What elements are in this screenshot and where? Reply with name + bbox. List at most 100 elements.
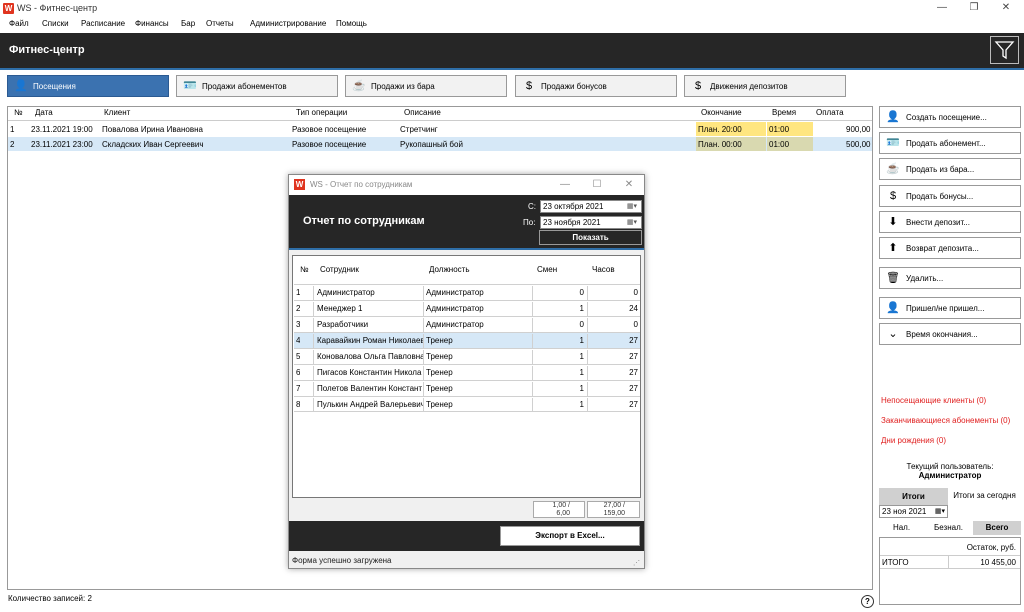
column-header[interactable]: Должность [429, 265, 470, 274]
link-birthdays[interactable]: Дни рождения (0) [881, 436, 946, 445]
calendar-icon[interactable]: ▦▾ [935, 506, 945, 517]
tab-label: Посещения [33, 82, 76, 91]
dollar-icon: $ [694, 80, 702, 92]
tab-card[interactable]: Безнал. [926, 521, 971, 535]
cell-op: Разовое посещение [292, 140, 367, 149]
export-excel-button[interactable]: Экспорт в Excel... [500, 526, 640, 546]
col-divider [532, 350, 533, 364]
col-divider [532, 366, 533, 380]
table-row[interactable]: 1 Администратор Администратор 0 0 [294, 284, 640, 300]
to-date-field[interactable]: 23 ноября 2021 ▦▾ [540, 216, 642, 229]
table-row[interactable]: 4 Каравайкин Роман Николаев Тренер 1 27 [294, 332, 640, 348]
cup-icon: ☕ [886, 163, 900, 175]
calendar-icon[interactable]: ▦▾ [625, 202, 639, 211]
tab-today-totals[interactable]: Итоги за сегодня [948, 488, 1021, 518]
sell-bar-button[interactable]: ☕ Продать из бара... [879, 158, 1021, 180]
cell-time: 01:00 [769, 125, 790, 134]
filter-button[interactable] [990, 36, 1019, 64]
tab-totals[interactable]: Итоги [879, 488, 948, 505]
tab-all[interactable]: Всего [973, 521, 1021, 535]
close-icon[interactable]: ✕ [622, 178, 636, 192]
column-header[interactable]: Тип операции [296, 108, 347, 117]
link-inactive-clients[interactable]: Непосещающие клиенты (0) [881, 396, 986, 405]
cell-end: План. 00:00 [698, 140, 742, 149]
totals-date-picker[interactable]: 23 ноя 2021 ▦▾ [879, 505, 948, 518]
sell-subscription-button[interactable]: 🪪 Продать абонемент... [879, 132, 1021, 154]
refund-icon: ⬆ [888, 242, 898, 254]
cell-shifts: 1 [579, 368, 584, 377]
menu-finance[interactable]: Финансы [135, 19, 169, 28]
menu-admin[interactable]: Администрирование [250, 19, 326, 28]
tab-subscription-sales[interactable]: 🪪 Продажи абонементов [176, 75, 338, 97]
refund-deposit-button[interactable]: ⬆ Возврат депозита... [879, 237, 1021, 259]
column-header[interactable]: Часов [592, 265, 615, 274]
table-row[interactable]: 1 23.11.2021 19:00 Повалова Ирина Иванов… [8, 122, 872, 136]
delete-button[interactable]: 🗑 Удалить... [879, 267, 1021, 289]
from-date-field[interactable]: 23 октября 2021 ▦▾ [540, 200, 642, 213]
help-icon[interactable]: ? [861, 595, 874, 608]
menu-reports[interactable]: Отчеты [206, 19, 234, 28]
table-row[interactable]: 2 23.11.2021 23:00 Складских Иван Сергее… [8, 137, 872, 151]
attended-toggle-button[interactable]: 👤 Пришел/не пришел... [879, 297, 1021, 319]
menu-file[interactable]: Файл [9, 19, 29, 28]
cell-op: Разовое посещение [292, 125, 367, 134]
column-header[interactable]: Оплата [816, 108, 844, 117]
col-divider [587, 366, 588, 380]
tab-bar-sales[interactable]: ☕ Продажи из бара [345, 75, 507, 97]
add-deposit-button[interactable]: ⬇ Внести депозит... [879, 211, 1021, 233]
column-header[interactable]: Смен [537, 265, 557, 274]
cell-role: Тренер [426, 336, 453, 345]
cell-role: Администратор [426, 304, 484, 313]
column-header[interactable]: Время [772, 108, 796, 117]
column-header[interactable]: Окончание [701, 108, 742, 117]
button-label: Удалить... [906, 274, 944, 283]
close-icon[interactable]: ✕ [998, 1, 1014, 15]
menu-bar-item[interactable]: Бар [181, 19, 195, 28]
button-label: Возврат депозита... [906, 244, 979, 253]
summary-line: 1,00 / [552, 502, 570, 509]
column-header[interactable]: № [14, 108, 23, 117]
button-label: Продать абонемент... [906, 139, 986, 148]
table-row[interactable]: 6 Пигасов Константин Никола Тренер 1 27 [294, 364, 640, 380]
table-row[interactable]: 3 Разработчики Администратор 0 0 [294, 316, 640, 332]
table-row[interactable]: 8 Пулькин Андрей Валерьевич Тренер 1 27 [294, 396, 640, 412]
col-divider [423, 334, 424, 348]
table-row[interactable]: 2 Менеджер 1 Администратор 1 24 [294, 300, 640, 316]
menu-lists[interactable]: Списки [42, 19, 69, 28]
col-divider [587, 302, 588, 316]
link-expiring-subscriptions[interactable]: Заканчивающиеся абонементы (0) [881, 416, 1010, 425]
create-visit-button[interactable]: 👤 Создать посещение... [879, 106, 1021, 128]
column-header[interactable]: Дата [35, 108, 53, 117]
column-header[interactable]: Описание [404, 108, 441, 117]
cell-role: Администратор [426, 288, 484, 297]
cell-name: Коновалова Ольга Павловна [317, 352, 423, 361]
col-divider [532, 334, 533, 348]
dialog-heading: Отчет по сотрудникам [303, 215, 425, 227]
employee-grid[interactable]: № Сотрудник Должность Смен Часов 1 Админ… [292, 255, 641, 498]
tab-label: Продажи бонусов [541, 82, 607, 91]
menu-help[interactable]: Помощь [336, 19, 367, 28]
end-time-button[interactable]: ⌄ Время окончания... [879, 323, 1021, 345]
menu-schedule[interactable]: Расписание [81, 19, 125, 28]
maximize-icon[interactable]: ☐ [590, 178, 604, 192]
table-row[interactable]: 7 Полетов Валентин Констант Тренер 1 27 [294, 380, 640, 396]
resize-grip-icon[interactable]: ⋰ [633, 559, 640, 567]
table-row[interactable]: 5 Коновалова Ольга Павловна Тренер 1 27 [294, 348, 640, 364]
tab-cash[interactable]: Нал. [879, 521, 924, 535]
tab-label: Продажи абонементов [202, 82, 287, 91]
minimize-icon[interactable]: — [934, 1, 950, 15]
col-divider [532, 302, 533, 316]
column-header[interactable]: № [300, 265, 309, 274]
calendar-icon[interactable]: ▦▾ [625, 218, 639, 227]
maximize-icon[interactable]: ❐ [966, 1, 982, 15]
dollar-icon: $ [889, 190, 897, 202]
column-header[interactable]: Клиент [104, 108, 130, 117]
sell-bonus-button[interactable]: $ Продать бонусы... [879, 185, 1021, 207]
tab-bonus-sales[interactable]: $ Продажи бонусов [515, 75, 677, 97]
column-header[interactable]: Сотрудник [320, 265, 359, 274]
col-divider [532, 398, 533, 412]
tab-visits[interactable]: 👤 Посещения [7, 75, 169, 97]
show-button[interactable]: Показать [539, 230, 642, 245]
minimize-icon[interactable]: — [558, 178, 572, 192]
tab-deposit-movements[interactable]: $ Движения депозитов [684, 75, 846, 97]
